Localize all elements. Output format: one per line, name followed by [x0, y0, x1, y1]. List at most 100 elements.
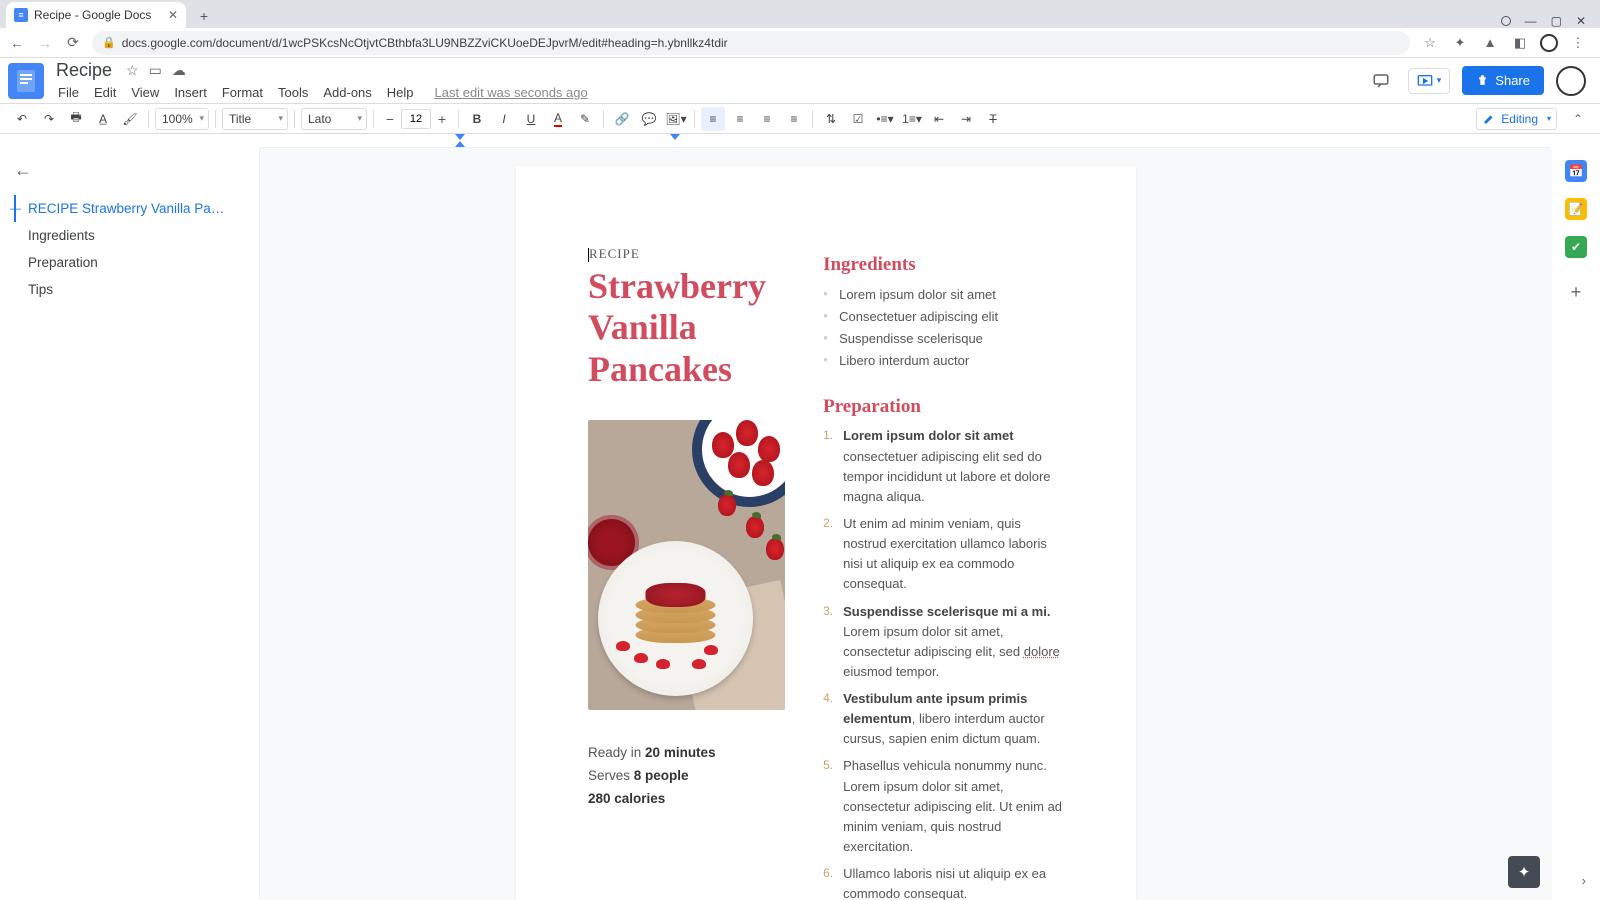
address-bar[interactable]: 🔒 docs.google.com/document/d/1wcPSKcsNcO… [92, 31, 1410, 55]
indent-marker-top[interactable] [455, 134, 465, 140]
document-title[interactable]: Recipe [52, 59, 116, 82]
profile-icon[interactable] [1540, 34, 1558, 52]
tab-title: Recipe - Google Docs [34, 8, 151, 22]
rail-expand-icon[interactable]: › [1582, 873, 1586, 888]
keep-icon[interactable]: 📝 [1565, 198, 1587, 220]
menu-format[interactable]: Format [216, 83, 269, 102]
share-button[interactable]: Share [1462, 66, 1544, 95]
ruler[interactable] [260, 134, 1550, 148]
bookmark-icon[interactable]: ☆ [1420, 33, 1440, 53]
align-left-icon[interactable]: ≡ [701, 107, 725, 131]
outline-collapse-icon[interactable]: ← [14, 160, 32, 181]
share-label: Share [1495, 73, 1530, 88]
increase-indent-icon[interactable]: ⇥ [954, 107, 978, 131]
preparation-heading[interactable]: Preparation [823, 396, 1064, 418]
recipe-eyebrow[interactable]: RECIPE [588, 246, 785, 262]
font-select[interactable]: Lato [301, 108, 367, 130]
menu-insert[interactable]: Insert [168, 83, 213, 102]
extensions-icon[interactable]: ✦ [1450, 33, 1470, 53]
chrome-menu-icon[interactable]: ⋮ [1568, 33, 1588, 53]
line-spacing-icon[interactable]: ⇅ [819, 107, 843, 131]
outline-item-ingredients[interactable]: Ingredients [14, 222, 247, 249]
explore-button[interactable]: ✦ [1508, 856, 1540, 888]
minimize-icon[interactable]: — [1525, 14, 1537, 28]
menu-help[interactable]: Help [381, 83, 420, 102]
print-icon[interactable]: 🖶 [64, 107, 88, 131]
new-tab-button[interactable]: + [192, 4, 216, 28]
back-icon[interactable]: ← [8, 35, 26, 51]
cloud-status-icon[interactable]: ☁ [172, 62, 186, 79]
spellcheck-icon[interactable]: A̲ [91, 107, 115, 131]
menu-edit[interactable]: Edit [88, 83, 122, 102]
align-center-icon[interactable]: ≡ [728, 107, 752, 131]
reload-icon[interactable]: ⟳ [64, 34, 82, 51]
decrease-font-icon[interactable]: − [380, 109, 400, 129]
insert-image-icon[interactable]: 🖼▾ [664, 107, 688, 131]
recipe-meta[interactable]: Ready in 20 minutes Serves 8 people 280 … [588, 742, 785, 811]
outline-item-tips[interactable]: Tips [14, 276, 247, 303]
right-indent-marker[interactable] [670, 134, 680, 140]
add-addon-icon[interactable]: + [1571, 282, 1582, 303]
document-canvas[interactable]: RECIPE Strawberry Vanilla Pancakes [260, 148, 1552, 900]
maximize-icon[interactable]: ▢ [1551, 14, 1562, 28]
increase-font-icon[interactable]: + [432, 109, 452, 129]
last-edit-status[interactable]: Last edit was seconds ago [429, 83, 594, 102]
editing-mode-select[interactable]: Editing [1476, 108, 1557, 130]
text-color-icon[interactable]: A [546, 107, 570, 131]
url-text: docs.google.com/document/d/1wcPSKcsNcOtj… [122, 36, 728, 50]
paint-format-icon[interactable]: 🖌 [118, 107, 142, 131]
number-list-icon[interactable]: 1≡▾ [900, 107, 924, 131]
ingredients-heading[interactable]: Ingredients [823, 254, 1064, 276]
side-rail: 📅 📝 ✔ + [1552, 148, 1600, 900]
comment-history-icon[interactable] [1366, 66, 1396, 96]
side-panel-icon[interactable]: ◧ [1510, 33, 1530, 53]
move-icon[interactable]: ▭ [149, 62, 162, 79]
docs-favicon: ≡ [14, 8, 28, 22]
clear-formatting-icon[interactable]: T [981, 107, 1005, 131]
menu-file[interactable]: File [52, 83, 85, 102]
browser-tab[interactable]: ≡ Recipe - Google Docs ✕ [6, 2, 186, 28]
decrease-indent-icon[interactable]: ⇤ [927, 107, 951, 131]
recipe-image[interactable] [588, 420, 785, 710]
window-controls: — ▢ ✕ [1501, 14, 1600, 28]
bold-icon[interactable]: B [465, 107, 489, 131]
preparation-steps[interactable]: Lorem ipsum dolor sit amet consectetuer … [823, 426, 1064, 900]
menu-bar: File Edit View Insert Format Tools Add-o… [52, 83, 594, 102]
recipe-title[interactable]: Strawberry Vanilla Pancakes [588, 266, 785, 390]
paragraph-style-select[interactable]: Title [222, 108, 288, 130]
account-circle-icon[interactable] [1501, 16, 1511, 26]
outline-item-title[interactable]: RECIPE Strawberry Vanilla Pa… [14, 195, 247, 222]
extension-item-icon[interactable]: ▲ [1480, 33, 1500, 53]
browser-tabbar: ≡ Recipe - Google Docs ✕ + — ▢ ✕ [0, 0, 1600, 28]
italic-icon[interactable]: I [492, 107, 516, 131]
docs-logo[interactable] [8, 63, 44, 99]
ingredients-list[interactable]: Lorem ipsum dolor sit amet Consectetuer … [823, 284, 1064, 372]
account-avatar[interactable] [1556, 66, 1586, 96]
close-tab-icon[interactable]: ✕ [168, 8, 178, 22]
bullet-list-icon[interactable]: •≡▾ [873, 107, 897, 131]
font-size-input[interactable] [401, 109, 431, 129]
indent-marker-bottom[interactable] [455, 141, 465, 147]
checklist-icon[interactable]: ☑ [846, 107, 870, 131]
zoom-select[interactable]: 100% [155, 108, 209, 130]
align-right-icon[interactable]: ≡ [755, 107, 779, 131]
underline-icon[interactable]: U [519, 107, 543, 131]
tasks-icon[interactable]: ✔ [1565, 236, 1587, 258]
docs-header: Recipe ☆ ▭ ☁ File Edit View Insert Forma… [0, 58, 1600, 103]
menu-tools[interactable]: Tools [272, 83, 314, 102]
collapse-toolbar-icon[interactable]: ⌃ [1566, 107, 1590, 131]
calendar-icon[interactable]: 📅 [1565, 160, 1587, 182]
undo-icon[interactable]: ↶ [10, 107, 34, 131]
redo-icon[interactable]: ↷ [37, 107, 61, 131]
highlight-icon[interactable]: ✎ [573, 107, 597, 131]
close-window-icon[interactable]: ✕ [1576, 14, 1586, 28]
star-icon[interactable]: ☆ [126, 62, 139, 79]
insert-link-icon[interactable]: 🔗 [610, 107, 634, 131]
outline-item-preparation[interactable]: Preparation [14, 249, 247, 276]
menu-addons[interactable]: Add-ons [317, 83, 377, 102]
align-justify-icon[interactable]: ≡ [782, 107, 806, 131]
page[interactable]: RECIPE Strawberry Vanilla Pancakes [516, 166, 1136, 900]
insert-comment-icon[interactable]: 💬 [637, 107, 661, 131]
present-button[interactable]: ▾ [1408, 68, 1451, 94]
menu-view[interactable]: View [125, 83, 165, 102]
